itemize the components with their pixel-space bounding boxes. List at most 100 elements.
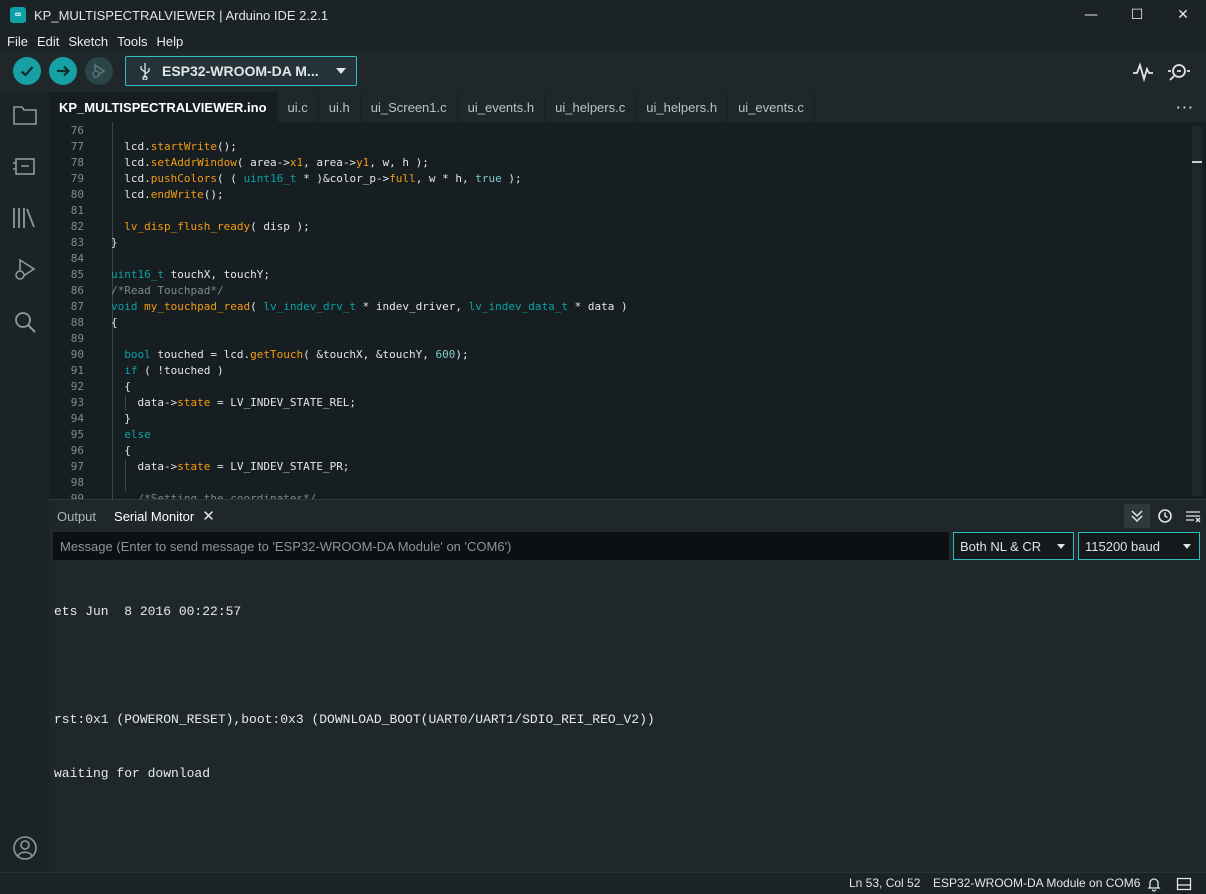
line-number: 87 (70, 300, 84, 313)
code-line: 79 lcd.pushColors( ( uint16_t * )&color_… (49, 171, 1189, 187)
sketchbook-icon[interactable] (12, 102, 38, 128)
code-line: 86 /*Read Touchpad*/ (49, 283, 1189, 299)
line-number: 90 (70, 348, 84, 361)
board-port-status[interactable]: ESP32-WROOM-DA Module on COM6 (933, 876, 1140, 890)
search-icon[interactable] (12, 309, 38, 335)
chevron-down-icon (1057, 544, 1065, 549)
editor-tabs: KP_MULTISPECTRALVIEWER.ino ui.c ui.h ui_… (49, 92, 1206, 122)
tab-ui-events-c[interactable]: ui_events.c (728, 92, 815, 122)
code-line: 89 (49, 331, 1189, 347)
code-line: 98 (49, 475, 1189, 491)
line-number: 97 (70, 460, 84, 473)
line-number: 78 (70, 156, 84, 169)
code-line: 80 lcd.endWrite(); (49, 187, 1189, 203)
line-ending-select[interactable]: Both NL & CR (953, 532, 1074, 560)
code-text: else (124, 428, 151, 441)
tab-ui-events-h[interactable]: ui_events.h (458, 92, 546, 122)
editor-scrollbar[interactable] (1192, 126, 1202, 496)
window-controls: — ☐ ✕ (1068, 0, 1206, 30)
code-text: bool touched = lcd.getTouch( &touchX, &t… (124, 348, 469, 361)
code-line: 88 { (49, 315, 1189, 331)
code-line: 77 lcd.startWrite(); (49, 139, 1189, 155)
chevron-down-icon (336, 68, 346, 74)
code-text: lcd.pushColors( ( uint16_t * )&color_p->… (111, 172, 522, 185)
serial-output: ets Jun 8 2016 00:22:57 rst:0x1 (POWERON… (54, 567, 1194, 819)
serial-line: waiting for download (54, 766, 211, 781)
line-number: 94 (70, 412, 84, 425)
tab-main-ino[interactable]: KP_MULTISPECTRALVIEWER.ino (49, 92, 278, 122)
autoscroll-button[interactable] (1124, 504, 1150, 528)
usb-icon (140, 63, 150, 80)
serial-plotter-icon[interactable] (1131, 60, 1155, 84)
code-text: { (111, 316, 118, 329)
more-tabs-button[interactable]: ··· (1176, 98, 1194, 117)
code-line: 92 { (49, 379, 1189, 395)
code-line: 81 (49, 203, 1189, 219)
tab-ui-helpers-h[interactable]: ui_helpers.h (636, 92, 729, 122)
code-text: lcd.setAddrWindow( area->x1, area->y1, w… (111, 156, 429, 169)
line-number: 85 (70, 268, 84, 281)
code-line: 78 lcd.setAddrWindow( area->x1, area->y1… (49, 155, 1189, 171)
tab-ui-h[interactable]: ui.h (319, 92, 361, 122)
tab-ui-screen1-c[interactable]: ui_Screen1.c (361, 92, 458, 122)
clear-output-button[interactable] (1180, 504, 1206, 528)
code-line: 96 { (49, 443, 1189, 459)
code-line: 91 if ( !touched ) (49, 363, 1189, 379)
code-line: 87 void my_touchpad_read( lv_indev_drv_t … (49, 299, 1189, 315)
code-line: 93 data->state = LV_INDEV_STATE_REL; (49, 395, 1189, 411)
tab-serial-monitor[interactable]: Serial Monitor (114, 509, 194, 524)
serial-monitor-icon[interactable] (1167, 60, 1191, 84)
code-editor[interactable]: 76 77 lcd.startWrite(); 78 lcd.setAddrWind… (49, 122, 1206, 499)
baud-rate-select[interactable]: 115200 baud (1078, 532, 1200, 560)
title-bar: ∞ KP_MULTISPECTRALVIEWER | Arduino IDE 2… (0, 0, 1206, 30)
line-number: 91 (70, 364, 84, 377)
close-button[interactable]: ✕ (1160, 0, 1206, 30)
serial-message-input[interactable]: Message (Enter to send message to 'ESP32… (53, 532, 949, 560)
bell-icon[interactable] (1146, 876, 1162, 892)
board-selector[interactable]: ESP32-WROOM-DA M... (125, 56, 357, 86)
code-text: /*Read Touchpad*/ (111, 284, 224, 297)
verify-icon (20, 66, 34, 77)
line-number: 77 (70, 140, 84, 153)
upload-button[interactable] (49, 57, 77, 85)
cursor-position[interactable]: Ln 53, Col 52 (849, 876, 920, 890)
boards-manager-icon[interactable] (12, 153, 38, 179)
timestamp-button[interactable] (1152, 504, 1178, 528)
debug-icon (92, 63, 106, 79)
code-line: 82 lv_disp_flush_ready( disp ); (49, 219, 1189, 235)
tab-ui-c[interactable]: ui.c (278, 92, 319, 122)
window-title: KP_MULTISPECTRALVIEWER | Arduino IDE 2.2… (34, 7, 329, 23)
tab-output[interactable]: Output (57, 509, 96, 524)
minimize-button[interactable]: — (1068, 0, 1114, 30)
line-number: 82 (70, 220, 84, 233)
debug-button[interactable] (85, 57, 113, 85)
line-ending-value: Both NL & CR (960, 538, 1042, 554)
debug-icon[interactable] (12, 257, 38, 283)
editor-scroll-thumb[interactable] (1192, 161, 1202, 163)
verify-button[interactable] (13, 57, 41, 85)
close-icon[interactable]: ✕ (202, 507, 215, 525)
menu-file[interactable]: File (7, 34, 28, 49)
code-line: 84 (49, 251, 1189, 267)
menu-tools[interactable]: Tools (117, 34, 147, 49)
activity-bar (0, 92, 49, 872)
code-text: data->state = LV_INDEV_STATE_PR; (111, 460, 350, 473)
menu-help[interactable]: Help (156, 34, 183, 49)
menu-bar: File Edit Sketch Tools Help (0, 30, 1206, 52)
upload-icon (57, 65, 71, 77)
maximize-button[interactable]: ☐ (1114, 0, 1160, 30)
menu-sketch[interactable]: Sketch (68, 34, 108, 49)
menu-edit[interactable]: Edit (37, 34, 59, 49)
code-line: 76 (49, 123, 1189, 139)
account-icon[interactable] (12, 835, 38, 861)
clear-list-icon (1186, 511, 1201, 523)
code-text: lv_disp_flush_ready( disp ); (124, 220, 310, 233)
tab-ui-helpers-c[interactable]: ui_helpers.c (545, 92, 637, 122)
line-number: 89 (70, 332, 84, 345)
code-text: data->state = LV_INDEV_STATE_REL; (111, 396, 357, 409)
panel-toggle-icon[interactable] (1176, 876, 1192, 892)
library-manager-icon[interactable] (12, 205, 38, 231)
line-number: 93 (70, 396, 84, 409)
code-text: /*Setting the coordinates*/ (111, 492, 317, 499)
toolbar: ESP32-WROOM-DA M... (0, 52, 1206, 92)
